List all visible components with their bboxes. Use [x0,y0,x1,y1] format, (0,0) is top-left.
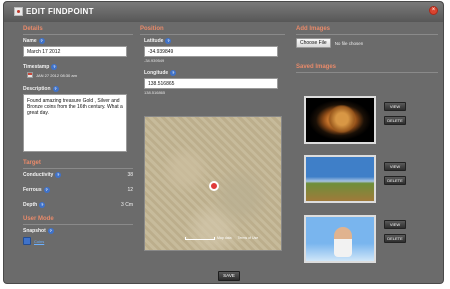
conductivity-value: 38 [127,172,133,178]
saved-image-1[interactable] [304,96,376,144]
help-icon[interactable]: ? [43,187,50,193]
depth-row: Depth? 3 Cm [23,202,133,208]
findpoint-icon [14,7,23,16]
edit-findpoint-dialog: EDIT FINDPOINT × Details Name ? March 17… [3,1,444,284]
target-heading: Target [23,160,133,169]
details-heading: Details [23,26,133,35]
position-heading: Position [140,26,285,35]
calendar-icon [27,72,33,78]
images-column: Add Images Choose File No file chosen Sa… [296,22,438,268]
timestamp-value: JAN 27 2012 08:30 am [36,72,77,78]
latitude-label: Latitude ? [144,38,172,44]
view-button-3[interactable]: VIEW [384,220,406,229]
help-icon[interactable]: ? [38,38,45,44]
dialog-title: EDIT FINDPOINT [26,7,94,16]
close-button[interactable]: × [429,6,438,15]
latitude-field[interactable]: -34.939849 [144,46,278,57]
titlebar: EDIT FINDPOINT × [4,2,443,22]
help-icon[interactable]: ? [55,172,62,178]
file-chooser: Choose File No file chosen [296,38,438,48]
map-caption: Map data Terms of Use [217,236,258,240]
database-icon [23,237,31,245]
longitude-label: Longitude ? [144,70,177,76]
help-icon[interactable]: ? [52,86,59,92]
map-scale-bar [185,237,215,240]
snapshot-entry[interactable]: Coins [23,237,133,245]
save-button[interactable]: SAVE [218,271,240,281]
description-label: Description ? [23,86,59,92]
timestamp-picker[interactable]: JAN 27 2012 08:30 am [23,70,133,80]
details-column: Details Name ? March 17 2012 Timestamp ?… [23,22,133,268]
saved-image-2[interactable] [304,155,376,203]
help-icon[interactable]: ? [170,70,177,76]
snapshot-label: Snapshot ? [23,228,54,234]
view-button-1[interactable]: VIEW [384,102,406,111]
name-label: Name ? [23,38,45,44]
view-button-2[interactable]: VIEW [384,162,406,171]
name-field[interactable]: March 17 2012 [23,46,127,57]
map-terms-link[interactable]: Terms of Use [238,236,259,240]
position-column: Position Latitude ? -34.939849 -34.93954… [140,22,285,268]
longitude-sub: 138.516865 [144,90,166,95]
satellite-map[interactable]: Map data Terms of Use [144,116,282,251]
file-status: No file chosen [334,40,364,46]
saved-images-heading: Saved Images [296,64,438,73]
choose-file-button[interactable]: Choose File [296,38,331,48]
snapshot-link[interactable]: Coins [34,239,44,244]
ferrous-row: Ferrous? 12 [23,187,133,193]
conductivity-row: Conductivity? 38 [23,172,133,178]
delete-button-3[interactable]: DELETE [384,234,406,243]
map-pin-icon[interactable] [209,181,219,191]
depth-value: 3 Cm [121,202,133,208]
help-icon[interactable]: ? [39,202,46,208]
longitude-field[interactable]: 138.516865 [144,78,278,89]
latitude-sub: -34.939549 [144,58,165,63]
saved-image-3[interactable] [304,215,376,263]
help-icon[interactable]: ? [165,38,172,44]
user-mode-heading: User Mode [23,216,133,225]
help-icon[interactable]: ? [47,228,54,234]
add-images-heading: Add Images [296,26,438,35]
ferrous-value: 12 [127,187,133,193]
map-data-label: Map data [217,236,232,240]
delete-button-1[interactable]: DELETE [384,116,406,125]
delete-button-2[interactable]: DELETE [384,176,406,185]
description-textarea[interactable]: Found amazing treasure Gold , Silver and… [23,94,127,152]
